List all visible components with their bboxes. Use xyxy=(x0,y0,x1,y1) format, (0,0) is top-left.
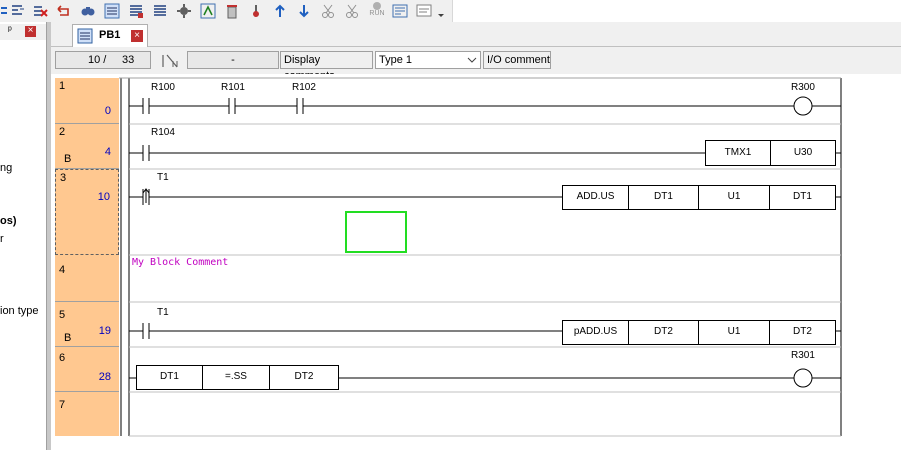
tree-item-fragment[interactable]: ion type xyxy=(0,305,39,317)
step-mode-icon[interactable] xyxy=(159,53,181,69)
find-icon[interactable] xyxy=(80,3,96,19)
close-icon[interactable]: × xyxy=(25,26,36,37)
dropdown-arrow-icon[interactable] xyxy=(436,3,446,19)
instruction-box[interactable]: pADD.US xyxy=(562,320,629,345)
operand-box[interactable]: U1 xyxy=(698,320,770,345)
run-icon[interactable]: RUN xyxy=(368,2,386,18)
tab-pb1[interactable]: PB1 × xyxy=(72,24,148,47)
contact-label: R104 xyxy=(151,127,175,138)
monitor-icon[interactable] xyxy=(104,3,120,19)
display-comments-label: Display comments xyxy=(280,51,373,82)
tree-item-fragment[interactable]: r xyxy=(0,233,4,245)
download-icon[interactable] xyxy=(296,3,312,19)
position-total: 33 xyxy=(122,54,135,66)
left-pane-header: ᵖ × xyxy=(0,24,46,40)
timer-operand-box[interactable]: U30 xyxy=(770,140,836,166)
left-navigation-pane xyxy=(0,22,46,450)
tree-item-fragment[interactable]: ng xyxy=(0,162,12,174)
link-icon[interactable] xyxy=(344,3,360,19)
ladder-delete-icon[interactable] xyxy=(32,3,48,19)
tab-label: PB1 xyxy=(99,29,121,41)
edit-cursor[interactable] xyxy=(345,211,407,253)
tree-item-fragment[interactable]: os) xyxy=(0,215,17,227)
pin-icon[interactable]: ᵖ xyxy=(8,25,12,36)
list-icon[interactable] xyxy=(128,3,144,19)
cut-icon[interactable] xyxy=(320,3,336,19)
program-block-icon xyxy=(77,28,93,44)
ladder-insert-icon[interactable] xyxy=(10,3,26,19)
ladder-editor[interactable]: 1 0 2 B 4 3 10 4 5 B 19 6 28 7 R100 R101… xyxy=(51,74,901,450)
operand-box[interactable]: DT1 xyxy=(769,185,836,210)
run-label: RUN xyxy=(369,10,385,17)
tab-bar xyxy=(51,22,901,47)
pin-icon[interactable] xyxy=(248,3,264,19)
undo-arrow-icon[interactable] xyxy=(56,3,72,19)
coil-label: R300 xyxy=(791,82,815,93)
contact-label: R101 xyxy=(221,82,245,93)
compile-icon[interactable] xyxy=(200,3,216,19)
operand-box[interactable]: DT1 xyxy=(628,185,699,210)
contact-label: T1 xyxy=(157,172,169,183)
address-field: - xyxy=(187,51,279,69)
contact-label: R102 xyxy=(292,82,316,93)
position-field: 10 / 33 xyxy=(55,51,151,69)
io-comment-label: I/O comment xyxy=(483,51,551,69)
coil-label: R301 xyxy=(791,350,815,361)
trash-icon[interactable] xyxy=(224,3,240,19)
toolbar: RUN xyxy=(0,0,453,23)
compare-operand-box[interactable]: DT1 xyxy=(136,365,203,390)
comment-icon[interactable] xyxy=(416,3,432,19)
comment-type-select[interactable]: Type 1 xyxy=(375,51,481,69)
list-icon[interactable] xyxy=(152,3,168,19)
settings-icon[interactable] xyxy=(176,3,192,19)
instruction-box[interactable]: ADD.US xyxy=(562,185,629,210)
timer-instruction-box[interactable]: TMX1 xyxy=(705,140,771,166)
upload-icon[interactable] xyxy=(272,3,288,19)
contact-label: T1 xyxy=(157,307,169,318)
run-indicator xyxy=(373,2,381,10)
comment-type-value: Type 1 xyxy=(379,54,413,66)
contact-label: R100 xyxy=(151,82,175,93)
chevron-down-icon xyxy=(467,57,477,63)
rung-3 xyxy=(129,188,841,205)
block-comment[interactable]: My Block Comment xyxy=(132,257,228,268)
panel-icon[interactable] xyxy=(392,3,408,19)
info-bar: 10 / 33 - Display comments Type 1 I/O co… xyxy=(51,47,901,82)
compare-operator-box[interactable]: =.SS xyxy=(202,365,270,390)
operand-box[interactable]: U1 xyxy=(698,185,770,210)
close-icon[interactable]: × xyxy=(131,30,143,42)
compare-operand-box[interactable]: DT2 xyxy=(269,365,339,390)
operand-box[interactable]: DT2 xyxy=(628,320,699,345)
position-current: 10 / xyxy=(88,54,107,66)
operand-box[interactable]: DT2 xyxy=(769,320,836,345)
